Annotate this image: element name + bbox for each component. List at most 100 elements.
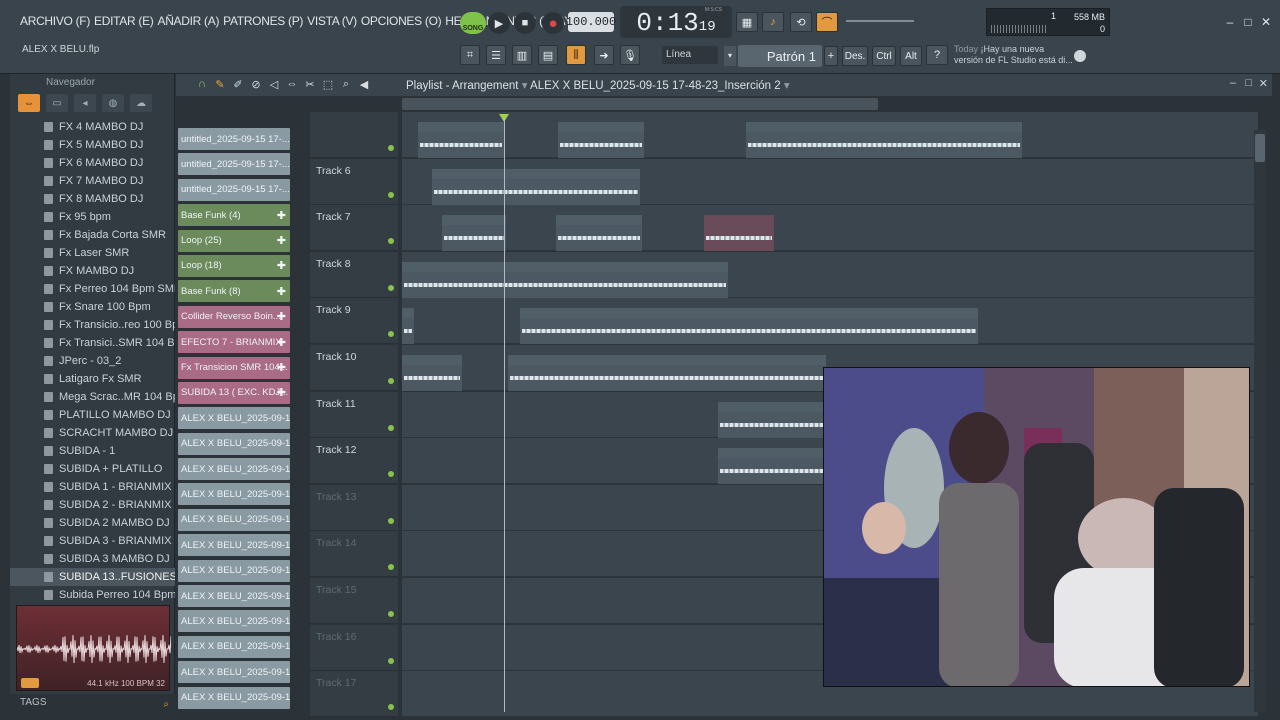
- clip-source-item[interactable]: SUBIDA 13 ( EXC. KDJ... ✚: [178, 381, 290, 404]
- track-header[interactable]: Track 14: [310, 531, 398, 578]
- clip-source-item[interactable]: Fx Transicion SMR 104... ✚: [178, 356, 290, 379]
- track-mute-led[interactable]: [388, 564, 394, 571]
- preview-play-button[interactable]: [21, 678, 39, 688]
- track-header[interactable]: Track 9: [310, 298, 398, 345]
- play-button[interactable]: ▶: [488, 12, 510, 34]
- clip-source-item[interactable]: ALEX X BELU_2025-09-15...: [178, 686, 290, 709]
- browser-item[interactable]: SCRACHT MAMBO DJ: [10, 424, 175, 442]
- track-mute-led[interactable]: [388, 331, 394, 338]
- snap-mode-select[interactable]: Línea: [662, 46, 718, 64]
- playlist-maximize-icon[interactable]: □: [1245, 77, 1252, 89]
- browser-all-button[interactable]: ⇔: [18, 94, 40, 112]
- playlist-close-icon[interactable]: ✕: [1259, 77, 1268, 90]
- track-header[interactable]: Track 12: [310, 438, 398, 485]
- clip-source-item[interactable]: Base Funk (4) ✚: [178, 204, 290, 227]
- track-lane[interactable]: -4.1dB: [402, 112, 1258, 158]
- track-header[interactable]: Track 7: [310, 205, 398, 252]
- playlist-clip[interactable]: Base..nk (8): [402, 355, 462, 391]
- menu-patrones[interactable]: PATRONES (P): [223, 14, 303, 28]
- browser-item[interactable]: Latigaro Fx SMR: [10, 370, 175, 388]
- select-icon[interactable]: ⬚: [322, 77, 334, 91]
- clip-source-item[interactable]: Base Funk (8) ✚: [178, 280, 290, 303]
- clip-source-item[interactable]: ALEX X BELU_2025-09-15...: [178, 559, 290, 582]
- browser-item[interactable]: SUBIDA 2 - BRIANMIX: [10, 496, 175, 514]
- add-pattern-button[interactable]: +: [824, 46, 838, 66]
- track-mute-led[interactable]: [388, 378, 394, 384]
- clip-source-item[interactable]: EFECTO 7 - BRIANMIX ✚: [178, 331, 290, 354]
- track-lane[interactable]: [402, 158, 1258, 205]
- pencil-icon[interactable]: ✎: [214, 77, 226, 91]
- menu-vista[interactable]: VISTA (V): [307, 14, 357, 28]
- ctrl-modifier-button[interactable]: Ctrl: [872, 46, 896, 66]
- menu-archivo[interactable]: ARCHIVO (F): [20, 14, 90, 28]
- browser-item[interactable]: SUBIDA 13..FUSIONES ): [10, 568, 175, 586]
- playlist-clip[interactable]: [556, 215, 642, 252]
- playback-icon[interactable]: ◀: [358, 77, 370, 91]
- clip-add-icon[interactable]: ✚: [277, 361, 286, 374]
- clip-source-item[interactable]: Loop (18) ✚: [178, 254, 290, 277]
- track-lane[interactable]: ALEX X BELU_2025-09-15 17-43-40_Inserció…: [402, 298, 1258, 345]
- browser-item[interactable]: PLATILLO MAMBO DJ: [10, 406, 175, 424]
- track-mute-led[interactable]: [388, 145, 394, 151]
- track-header[interactable]: Track 10: [310, 345, 398, 391]
- track-mute-led[interactable]: [388, 517, 394, 524]
- arrangement-name[interactable]: ALEX X BELU_2025-09-15 17-48-23_Inserció…: [530, 80, 781, 92]
- playlist-clip[interactable]: [432, 168, 640, 205]
- scroll-thumb[interactable]: [1255, 134, 1265, 162]
- browser-item[interactable]: Fx Bajada Corta SMR: [10, 226, 175, 244]
- playlist-clip[interactable]: [442, 215, 506, 252]
- clip-source-item[interactable]: ALEX X BELU_2025-09-15...: [178, 483, 290, 506]
- track-header[interactable]: Track 15: [310, 578, 398, 624]
- playlist-clip[interactable]: Base Funk (4): [402, 261, 728, 298]
- clip-source-item[interactable]: ALEX X BELU_2025-09-15...: [178, 407, 290, 430]
- track-lane[interactable]: Base Funk (4): [402, 251, 1258, 298]
- slip-icon[interactable]: ⇔: [286, 77, 298, 91]
- browser-item[interactable]: FX 4 MAMBO DJ: [10, 118, 175, 136]
- record-button[interactable]: ●: [542, 12, 564, 34]
- track-header[interactable]: Track 16: [310, 624, 398, 671]
- menu-anadir[interactable]: AÑADIR (A): [157, 14, 219, 28]
- browser-item[interactable]: SUBIDA 3 - BRIANMIX: [10, 532, 175, 550]
- playlist-clip[interactable]: -4.1dB: [746, 122, 1022, 158]
- minimize-button[interactable]: –: [1222, 14, 1238, 30]
- piano-roll-button[interactable]: ▥: [512, 45, 532, 65]
- track-mute-led[interactable]: [388, 238, 394, 245]
- undo-button[interactable]: Des.: [842, 46, 868, 66]
- clip-source-item[interactable]: Collider Reverso Boin... ✚: [178, 305, 290, 328]
- menu-opciones[interactable]: OPCIONES (O): [361, 14, 442, 28]
- news-globe-icon[interactable]: [1074, 50, 1086, 62]
- audio-input-button[interactable]: 🎙: [620, 45, 640, 65]
- playlist-clip[interactable]: ALEX X BELU_2025-09: [718, 448, 828, 485]
- maximize-button[interactable]: □: [1240, 14, 1256, 30]
- playlist-clip[interactable]: ALEX X BELU_2025-09-15 17-46-15_Inserció…: [508, 355, 826, 391]
- loop-record-button[interactable]: ⟲: [790, 12, 812, 32]
- snap-tool-button[interactable]: ⌗: [460, 45, 480, 65]
- pattern-dropdown-arrow[interactable]: ▾: [724, 46, 736, 66]
- browser-item[interactable]: SUBIDA - 1: [10, 442, 175, 460]
- browser-item[interactable]: Fx Transici..SMR 104 Bpm: [10, 334, 175, 352]
- clip-source-item[interactable]: Loop (25) ✚: [178, 229, 290, 252]
- clip-source-item[interactable]: untitled_2025-09-15 17-...: [178, 128, 290, 150]
- clip-add-icon[interactable]: ✚: [277, 285, 286, 298]
- clip-source-item[interactable]: ALEX X BELU_2025-09-15...: [178, 534, 290, 557]
- tags-field[interactable]: TAGS ⌕: [10, 694, 175, 714]
- mixer-button[interactable]: ⫼: [566, 45, 586, 65]
- browser-item[interactable]: Mega Scrac..MR 104 Bpm: [10, 388, 175, 406]
- track-mute-led[interactable]: [388, 424, 394, 431]
- clip-source-item[interactable]: ALEX X BELU_2025-09-15...: [178, 458, 290, 481]
- clip-add-icon[interactable]: ✚: [277, 310, 286, 323]
- track-mute-led[interactable]: [388, 704, 394, 711]
- mute-icon[interactable]: ◁: [268, 77, 280, 91]
- clip-source-item[interactable]: ALEX X BELU_2025-09-15...: [178, 635, 290, 658]
- browser-item[interactable]: Fx 95 bpm: [10, 208, 175, 226]
- track-header[interactable]: Track 8: [310, 251, 398, 298]
- slice-icon[interactable]: ✂: [304, 77, 316, 91]
- browser-item[interactable]: Fx Laser SMR: [10, 244, 175, 262]
- clip-source-item[interactable]: ALEX X BELU_2025-09-15...: [178, 432, 290, 455]
- news-panel[interactable]: Today ¡Hay una nueva versión de FL Studi…: [954, 44, 1074, 66]
- channel-rack-button[interactable]: ▤: [538, 45, 558, 65]
- browser-plugins-button[interactable]: ◂: [74, 94, 96, 112]
- clip-add-icon[interactable]: ✚: [277, 259, 286, 272]
- browser-item[interactable]: FX 7 MAMBO DJ: [10, 172, 175, 190]
- wait-input-button[interactable]: ⌒: [816, 12, 838, 32]
